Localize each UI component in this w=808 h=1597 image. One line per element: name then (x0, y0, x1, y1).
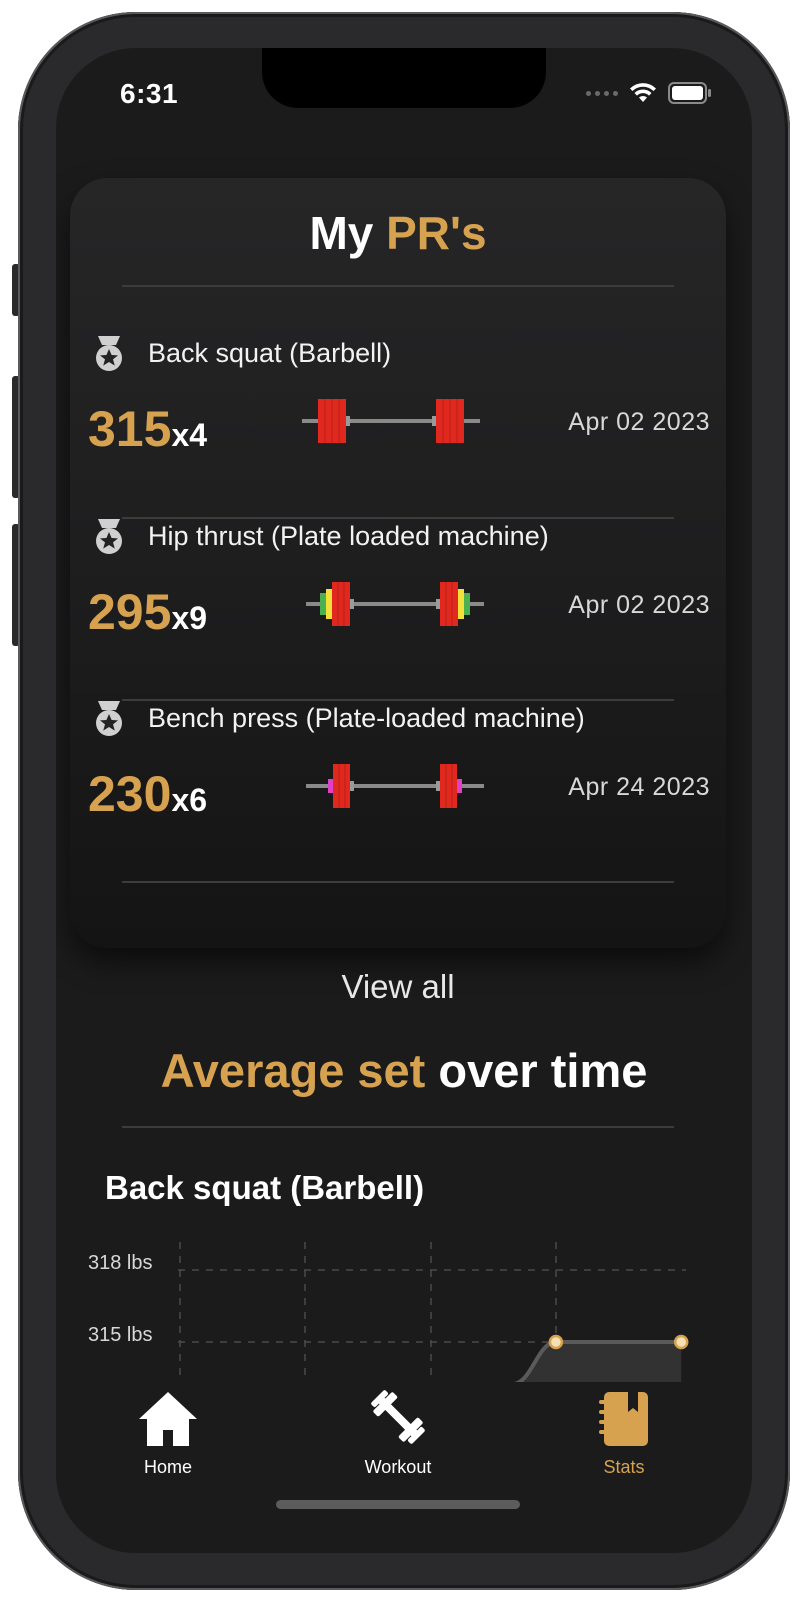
divider (122, 285, 674, 287)
avg-title-part1: Average set (160, 1044, 426, 1097)
cellular-signal-icon (586, 90, 618, 96)
divider (122, 881, 674, 883)
pr-weight-value: 295 (88, 584, 172, 640)
average-set-chart: 318 lbs 315 lbs (88, 1242, 689, 1386)
chart-y-labels: 318 lbs 315 lbs (88, 1252, 153, 1346)
pr-card: My PR's Back squat (Barbell) 315x4 Apr 0… (70, 178, 726, 1005)
tab-bar: Home Workout Stats (56, 1382, 752, 1553)
status-icons (586, 82, 712, 104)
chart-series (513, 1334, 689, 1386)
barbell-plates-icon (306, 582, 484, 626)
view-all-button[interactable]: View all (70, 968, 726, 1006)
pr-card-title: My PR's (70, 206, 726, 260)
pr-reps: x4 (171, 417, 208, 453)
medal-icon (96, 701, 122, 736)
pr-weight-value: 230 (88, 766, 172, 822)
pr-date: Apr 02 2023 (568, 591, 710, 619)
wifi-icon (630, 83, 656, 102)
pr-title-prs: PR's (386, 207, 487, 259)
status-time: 6:31 (120, 78, 179, 109)
tab-label: Home (143, 1457, 192, 1477)
pr-date: Apr 24 2023 (568, 773, 710, 801)
chart-point (548, 1334, 564, 1350)
tab-stats[interactable]: Stats (554, 1390, 694, 1478)
pr-exercise-name: Back squat (Barbell) (148, 338, 392, 368)
average-section-title: Average set over time (56, 1043, 752, 1098)
notebook-icon (599, 1392, 648, 1446)
pr-item[interactable]: Hip thrust (Plate loaded machine) 295x9 … (70, 511, 726, 691)
pr-weight-value: 315 (88, 401, 172, 457)
pr-reps: x6 (171, 782, 208, 818)
pr-exercise-name: Hip thrust (Plate loaded machine) (148, 521, 549, 551)
chart-exercise-name: Back squat (Barbell) (105, 1169, 425, 1206)
chart-y-tick-label: 318 lbs (88, 1252, 153, 1274)
tab-label: Workout (364, 1457, 432, 1477)
barbell-plates-icon (302, 399, 480, 443)
battery-icon (668, 82, 711, 104)
dumbbell-icon (371, 1390, 425, 1444)
pr-weight: 315x4 (88, 400, 207, 458)
tab-home[interactable]: Home (98, 1390, 238, 1478)
home-icon (139, 1392, 197, 1446)
pr-weight: 295x9 (88, 583, 207, 641)
medal-icon (96, 519, 122, 554)
chart-area (513, 1342, 682, 1384)
chart-point (673, 1334, 689, 1350)
pr-title-my: My (309, 207, 374, 259)
notch (262, 48, 546, 108)
avg-title-part2: over time (438, 1044, 648, 1097)
pr-reps: x9 (171, 600, 208, 636)
barbell-plates-icon (306, 764, 484, 808)
medal-icon (96, 336, 122, 371)
chart-y-tick-label: 315 lbs (88, 1324, 153, 1346)
home-indicator (276, 1500, 520, 1509)
pr-item[interactable]: Back squat (Barbell) 315x4 Apr 02 2023 (70, 328, 726, 508)
phone-screen: 6:31 My PR's Back squat (Barbell) 315x4 … (56, 48, 752, 1553)
pr-item[interactable]: Bench press (Plate-loaded machine) 230x6… (70, 693, 726, 873)
pr-date: Apr 02 2023 (568, 408, 710, 436)
tab-label: Stats (603, 1457, 645, 1477)
pr-weight: 230x6 (88, 765, 207, 823)
pr-exercise-name: Bench press (Plate-loaded machine) (148, 703, 585, 733)
divider (122, 1126, 674, 1128)
tab-workout[interactable]: Workout (328, 1386, 468, 1478)
